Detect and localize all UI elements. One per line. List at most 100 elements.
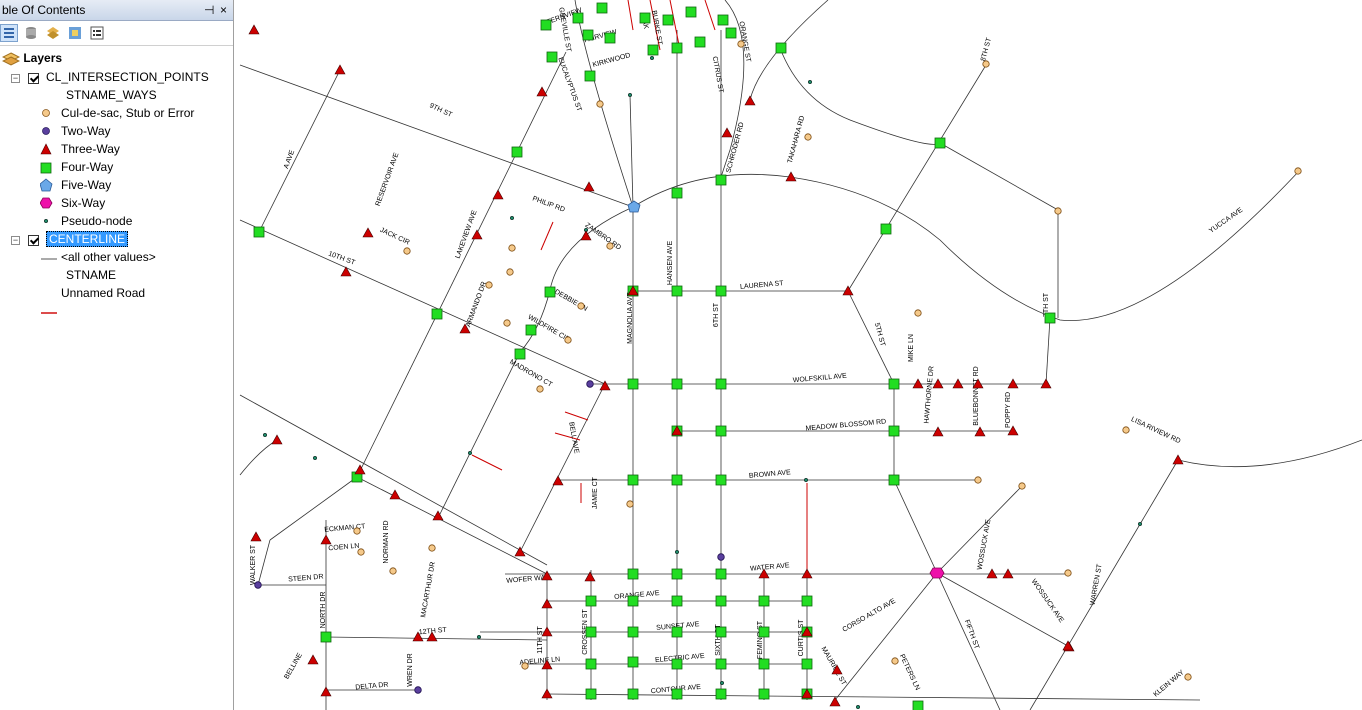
two-way-point[interactable] — [254, 581, 262, 589]
four-way-point[interactable] — [685, 6, 697, 18]
four-way-point[interactable] — [671, 688, 683, 700]
pseudo-node-point[interactable] — [467, 450, 473, 456]
four-way-point[interactable] — [888, 425, 900, 437]
three-way-point[interactable] — [801, 568, 813, 579]
four-way-point[interactable] — [662, 14, 674, 26]
four-way-point[interactable] — [604, 32, 616, 44]
four-way-point[interactable] — [671, 626, 683, 638]
three-way-point[interactable] — [932, 378, 944, 389]
pseudo-node-point[interactable] — [803, 477, 809, 483]
four-way-point[interactable] — [671, 285, 683, 297]
map-canvas[interactable]: FERNVIEWGREVILLE STFAIRVIEWOAKBURKE STOR… — [238, 0, 1362, 710]
four-way-point[interactable] — [715, 425, 727, 437]
pseudo-node-point[interactable] — [1137, 521, 1143, 527]
four-way-point[interactable] — [715, 568, 727, 580]
three-way-point[interactable] — [829, 696, 841, 707]
three-way-point[interactable] — [842, 285, 854, 296]
pseudo-node-point[interactable] — [312, 455, 318, 461]
three-way-point[interactable] — [1040, 378, 1052, 389]
layer1-expander[interactable]: − — [11, 74, 20, 83]
four-way-point[interactable] — [715, 285, 727, 297]
four-way-point[interactable] — [671, 658, 683, 670]
cul-de-sac-point[interactable] — [577, 302, 585, 310]
three-way-point[interactable] — [320, 534, 332, 545]
four-way-point[interactable] — [671, 568, 683, 580]
cul-de-sac-point[interactable] — [503, 319, 511, 327]
cul-de-sac-point[interactable] — [1054, 207, 1062, 215]
four-way-point[interactable] — [717, 14, 729, 26]
four-way-point[interactable] — [715, 688, 727, 700]
layer2-expander[interactable]: − — [11, 236, 20, 245]
four-way-point[interactable] — [627, 626, 639, 638]
cul-de-sac-point[interactable] — [564, 336, 572, 344]
four-way-point[interactable] — [801, 595, 813, 607]
four-way-point[interactable] — [582, 29, 594, 41]
four-way-point[interactable] — [775, 42, 787, 54]
three-way-point[interactable] — [334, 64, 346, 75]
list-by-visibility-icon[interactable] — [44, 24, 62, 42]
four-way-point[interactable] — [596, 2, 608, 14]
four-way-point[interactable] — [544, 286, 556, 298]
three-way-point[interactable] — [552, 475, 564, 486]
close-icon[interactable]: × — [220, 0, 227, 20]
cul-de-sac-point[interactable] — [606, 242, 614, 250]
four-way-point[interactable] — [888, 474, 900, 486]
cul-de-sac-point[interactable] — [357, 548, 365, 556]
three-way-point[interactable] — [583, 181, 595, 192]
cul-de-sac-point[interactable] — [428, 544, 436, 552]
cul-de-sac-point[interactable] — [403, 247, 411, 255]
four-way-point[interactable] — [671, 187, 683, 199]
cul-de-sac-point[interactable] — [914, 309, 922, 317]
options-icon[interactable] — [88, 24, 106, 42]
three-way-point[interactable] — [536, 86, 548, 97]
three-way-point[interactable] — [362, 227, 374, 238]
four-way-point[interactable] — [572, 12, 584, 24]
three-way-point[interactable] — [1062, 640, 1074, 651]
four-way-point[interactable] — [671, 595, 683, 607]
three-way-point[interactable] — [912, 378, 924, 389]
four-way-point[interactable] — [639, 12, 651, 24]
cul-de-sac-point[interactable] — [1122, 426, 1130, 434]
four-way-point[interactable] — [934, 137, 946, 149]
four-way-point[interactable] — [585, 658, 597, 670]
cul-de-sac-point[interactable] — [389, 567, 397, 575]
four-way-point[interactable] — [912, 700, 924, 710]
four-way-point[interactable] — [715, 378, 727, 390]
four-way-point[interactable] — [585, 688, 597, 700]
four-way-point[interactable] — [801, 658, 813, 670]
layer2-name[interactable]: CENTERLINE — [46, 230, 129, 248]
pseudo-node-point[interactable] — [649, 55, 655, 61]
four-way-point[interactable] — [627, 656, 639, 668]
four-way-point[interactable] — [715, 474, 727, 486]
two-way-point[interactable] — [717, 553, 725, 561]
three-way-point[interactable] — [354, 464, 366, 475]
four-way-point[interactable] — [758, 626, 770, 638]
list-by-drawing-order-icon[interactable] — [0, 24, 18, 42]
three-way-point[interactable] — [974, 426, 986, 437]
pin-icon[interactable]: ⊣ — [204, 0, 214, 20]
three-way-point[interactable] — [744, 95, 756, 106]
four-way-point[interactable] — [585, 595, 597, 607]
four-way-point[interactable] — [585, 626, 597, 638]
cul-de-sac-point[interactable] — [1294, 167, 1302, 175]
layer2-visibility-checkbox[interactable] — [28, 235, 39, 246]
four-way-point[interactable] — [671, 378, 683, 390]
pseudo-node-point[interactable] — [262, 432, 268, 438]
four-way-point[interactable] — [546, 51, 558, 63]
four-way-point[interactable] — [715, 174, 727, 186]
cul-de-sac-point[interactable] — [737, 40, 745, 48]
four-way-point[interactable] — [627, 688, 639, 700]
map-view[interactable]: FERNVIEWGREVILLE STFAIRVIEWOAKBURKE STOR… — [238, 0, 1362, 710]
three-way-point[interactable] — [1002, 568, 1014, 579]
four-way-point[interactable] — [253, 226, 265, 238]
three-way-point[interactable] — [248, 24, 260, 35]
four-way-point[interactable] — [320, 631, 332, 643]
three-way-point[interactable] — [932, 426, 944, 437]
three-way-point[interactable] — [541, 688, 553, 699]
five-way-point[interactable] — [627, 200, 641, 213]
four-way-point[interactable] — [715, 595, 727, 607]
three-way-point[interactable] — [721, 127, 733, 138]
three-way-point[interactable] — [432, 510, 444, 521]
pseudo-node-point[interactable] — [719, 680, 725, 686]
four-way-point[interactable] — [627, 378, 639, 390]
